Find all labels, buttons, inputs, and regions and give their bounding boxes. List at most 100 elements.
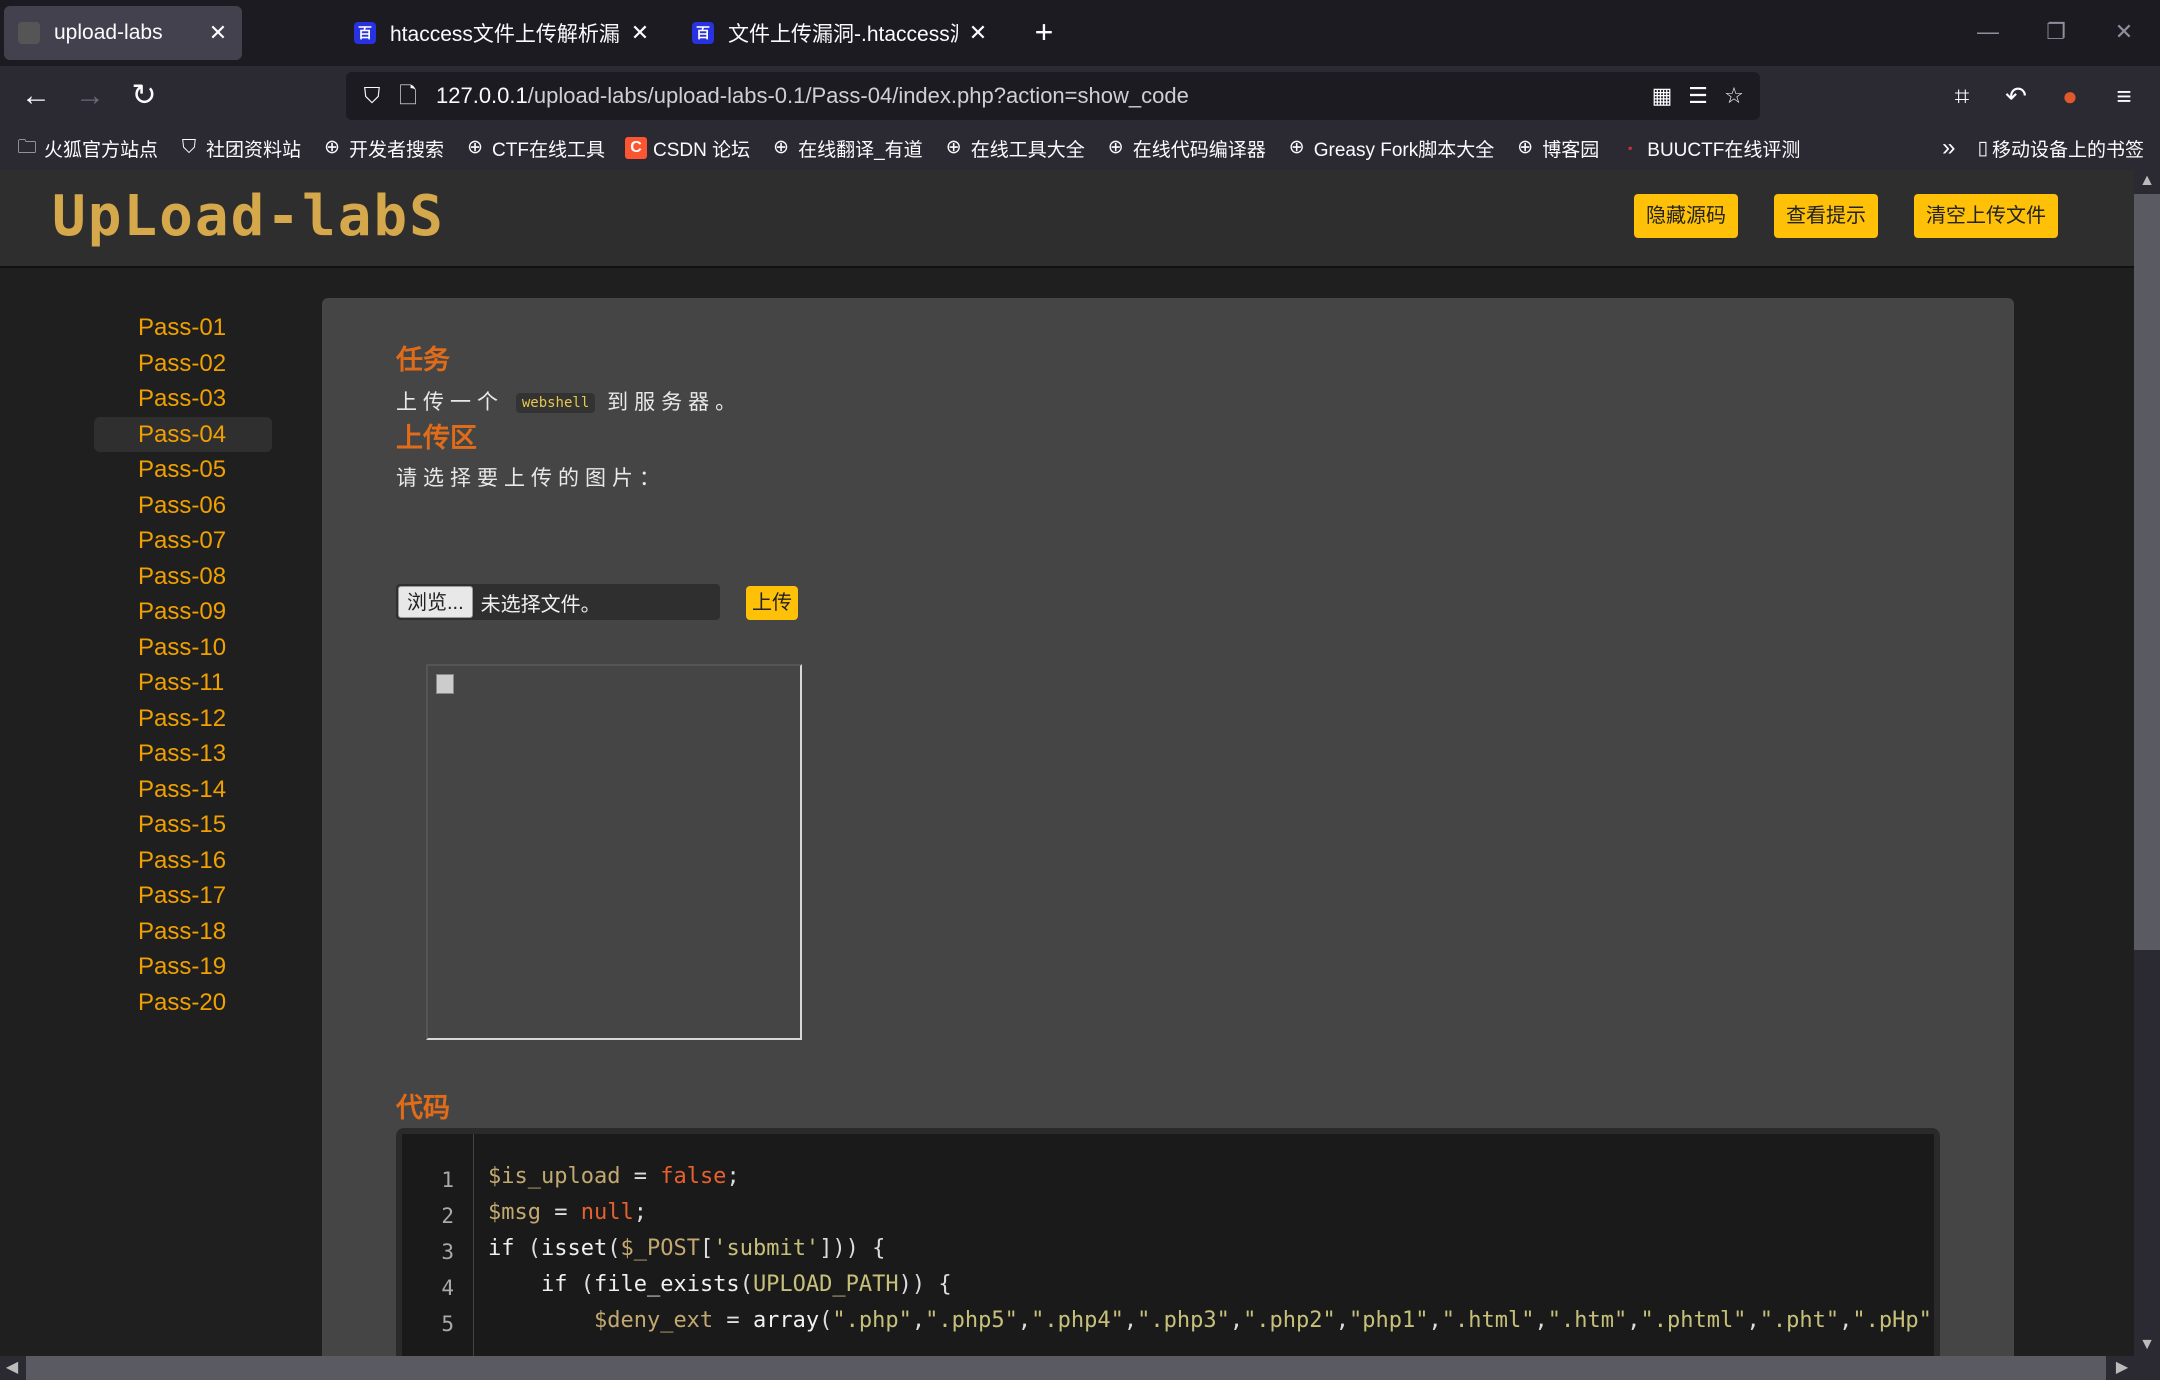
sidebar-item-pass-19[interactable]: Pass-19 [94, 949, 272, 985]
code-block: 1 2 3 4 5 $is_upload = false; $msg = nul… [396, 1128, 1940, 1356]
scroll-down-icon[interactable]: ▼ [2134, 1334, 2160, 1356]
bookmark[interactable]: ⊕ 博客园 [1514, 135, 1599, 162]
close-window-icon[interactable]: ✕ [2104, 14, 2144, 50]
bookmark[interactable]: ▪ BUUCTF在线评测 [1619, 135, 1800, 162]
globe-icon: ⊕ [1517, 137, 1534, 158]
reload-icon[interactable]: ↻ [124, 76, 164, 116]
close-icon[interactable]: ✕ [968, 20, 988, 46]
site-header: UpLoad-labS 隐藏源码 查看提示 清空上传文件 [0, 170, 2134, 268]
url-bar[interactable]: ⛉ 🗋 127.0.0.1/upload-labs/upload-labs-0.… [346, 72, 1760, 120]
mobile-bookmarks[interactable]: 移动设备上的书签 [1992, 135, 2144, 162]
csdn-icon: C [624, 137, 647, 159]
scroll-right-icon[interactable]: ▶ [2110, 1356, 2134, 1380]
close-icon[interactable]: ✕ [208, 20, 228, 46]
minimize-icon[interactable]: — [1968, 14, 2008, 50]
bookmark[interactable]: C CSDN 论坛 [624, 135, 750, 162]
scroll-thumb[interactable] [2134, 194, 2160, 950]
site-logo[interactable]: UpLoad-labS [52, 184, 445, 249]
bookmark[interactable]: ⊕ Greasy Fork脚本大全 [1286, 135, 1495, 162]
qrcode-icon[interactable]: ▦ [1644, 78, 1680, 114]
sidebar-item-pass-14[interactable]: Pass-14 [94, 772, 272, 808]
vertical-scrollbar[interactable]: ▲ ▼ [2134, 170, 2160, 1356]
image-preview [426, 664, 802, 1040]
webshell-tag: webshell [515, 393, 596, 414]
hide-source-button[interactable]: 隐藏源码 [1634, 194, 1738, 238]
baidu-icon: 百 [354, 22, 376, 44]
sidebar-item-pass-01[interactable]: Pass-01 [94, 310, 272, 346]
bookmarks-right: » ▯ 移动设备上的书签 [1942, 126, 2144, 170]
buu-icon: ▪ [1628, 141, 1633, 155]
chevron-right-icon[interactable]: » [1942, 134, 1955, 162]
no-file-label: 未选择文件。 [480, 593, 601, 616]
task-text: 上传一个 webshell 到服务器。 [396, 391, 743, 414]
scroll-thumb[interactable] [26, 1356, 2106, 1380]
close-icon[interactable]: ✕ [630, 20, 650, 46]
bookmark[interactable]: ⊕ 在线代码编译器 [1105, 135, 1266, 162]
sidebar-item-pass-10[interactable]: Pass-10 [94, 630, 272, 666]
sidebar-item-pass-13[interactable]: Pass-13 [94, 736, 272, 772]
upload-prompt: 请选择要上传的图片： [396, 467, 666, 490]
scroll-up-icon[interactable]: ▲ [2134, 170, 2160, 192]
sidebar-item-pass-15[interactable]: Pass-15 [94, 807, 272, 843]
tab-htaccess-baidu[interactable]: 百 htaccess文件上传解析漏洞_百度 ✕ [340, 6, 664, 60]
sidebar-item-pass-06[interactable]: Pass-06 [94, 488, 272, 524]
globe-icon: ⊕ [1288, 137, 1305, 158]
sidebar-item-pass-07[interactable]: Pass-07 [94, 523, 272, 559]
shield-icon[interactable]: ⛉ [354, 78, 390, 114]
upload-button[interactable]: 上传 [746, 586, 798, 620]
sidebar: Pass-01 Pass-02 Pass-03 Pass-04 Pass-05 … [94, 310, 272, 1020]
sidebar-item-pass-09[interactable]: Pass-09 [94, 594, 272, 630]
scroll-left-icon[interactable]: ◀ [0, 1356, 24, 1380]
crop-icon[interactable]: ⌗ [1942, 76, 1982, 116]
sidebar-item-pass-08[interactable]: Pass-08 [94, 559, 272, 595]
extension-icon[interactable]: ● [2050, 76, 2090, 116]
tab-htaccess-vuln[interactable]: 百 文件上传漏洞-.htaccess漏洞利 ✕ [678, 6, 1002, 60]
sidebar-item-pass-20[interactable]: Pass-20 [94, 985, 272, 1021]
tab-upload-labs[interactable]: upload-labs ✕ [4, 6, 242, 60]
sidebar-item-pass-16[interactable]: Pass-16 [94, 843, 272, 879]
reader-icon[interactable]: ☰ [1680, 78, 1716, 114]
restore-icon[interactable]: ❐ [2036, 14, 2076, 50]
new-tab-button[interactable]: + [1026, 14, 1062, 50]
url-text[interactable]: 127.0.0.1/upload-labs/upload-labs-0.1/Pa… [436, 83, 1644, 109]
globe-icon: ⊕ [945, 137, 962, 158]
bookmark[interactable]: 🗀 火狐官方站点 [16, 135, 158, 162]
bookmark[interactable]: ⊕ 在线工具大全 [943, 135, 1085, 162]
sidebar-item-pass-18[interactable]: Pass-18 [94, 914, 272, 950]
sidebar-item-pass-11[interactable]: Pass-11 [94, 665, 272, 701]
sidebar-item-pass-12[interactable]: Pass-12 [94, 701, 272, 737]
horizontal-scrollbar[interactable]: ◀ ▶ [0, 1356, 2160, 1380]
menu-icon[interactable]: ≡ [2104, 76, 2144, 116]
line-number: 5 [441, 1312, 454, 1336]
sidebar-item-pass-02[interactable]: Pass-02 [94, 346, 272, 382]
bookmark[interactable]: ⛉ 社团资料站 [178, 135, 301, 162]
page: UpLoad-labS 隐藏源码 查看提示 清空上传文件 Pass-01 Pas… [0, 170, 2134, 1356]
back-icon[interactable]: ← [16, 76, 56, 116]
line-number: 2 [441, 1204, 454, 1228]
sidebar-item-pass-17[interactable]: Pass-17 [94, 878, 272, 914]
bookmark[interactable]: ⊕ 在线翻译_有道 [770, 135, 923, 162]
sidebar-item-pass-03[interactable]: Pass-03 [94, 381, 272, 417]
star-icon[interactable]: ☆ [1716, 78, 1752, 114]
bookmark[interactable]: ⊕ 开发者搜索 [321, 135, 444, 162]
line-gutter: 1 2 3 4 5 [402, 1134, 474, 1356]
code-line: $msg = null; [488, 1200, 647, 1225]
line-number: 4 [441, 1276, 454, 1300]
code-line: if (file_exists(UPLOAD_PATH)) { [540, 1272, 952, 1297]
show-hint-button[interactable]: 查看提示 [1774, 194, 1878, 238]
forward-icon[interactable]: → [70, 76, 110, 116]
shield-icon: ⛉ [181, 137, 197, 158]
sidebar-item-pass-05[interactable]: Pass-05 [94, 452, 272, 488]
folder-icon: 🗀 [17, 137, 37, 158]
file-input[interactable]: 浏览... 未选择文件。 [396, 584, 720, 620]
globe-icon: ⊕ [324, 137, 340, 158]
sidebar-item-pass-04[interactable]: Pass-04 [94, 416, 272, 452]
clear-uploads-button[interactable]: 清空上传文件 [1914, 194, 2058, 238]
mobile-icon: ▯ [1977, 137, 1988, 159]
broken-image-icon [436, 674, 454, 694]
browse-button[interactable]: 浏览... [398, 586, 473, 618]
undo-icon[interactable]: ↶ [1996, 76, 2036, 116]
bookmark[interactable]: ⊕ CTF在线工具 [464, 135, 605, 162]
tab-title: 文件上传漏洞-.htaccess漏洞利 [728, 23, 958, 46]
task-title: 任务 [396, 345, 450, 375]
